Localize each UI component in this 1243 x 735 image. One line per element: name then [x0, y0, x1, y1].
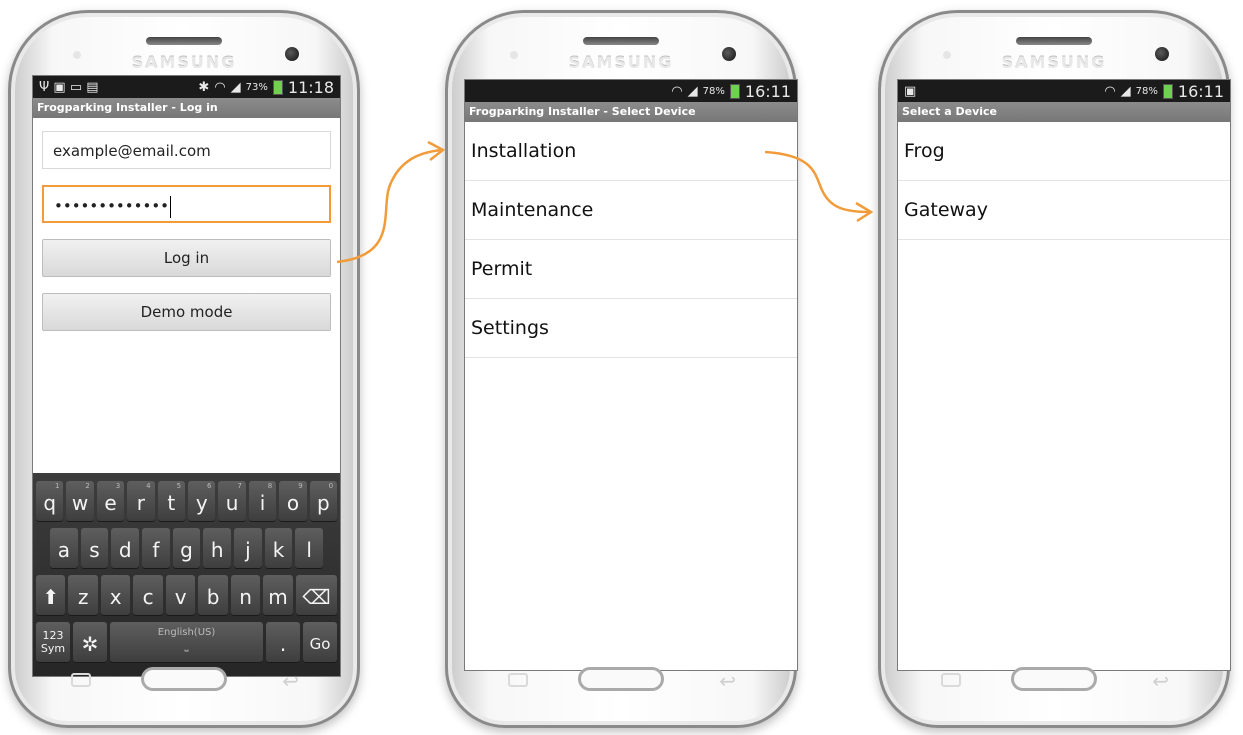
flow-arrow-login-to-select: [336, 148, 443, 264]
flow-arrow-select-to-device: [764, 150, 871, 214]
flow-arrows: [336, 140, 874, 264]
